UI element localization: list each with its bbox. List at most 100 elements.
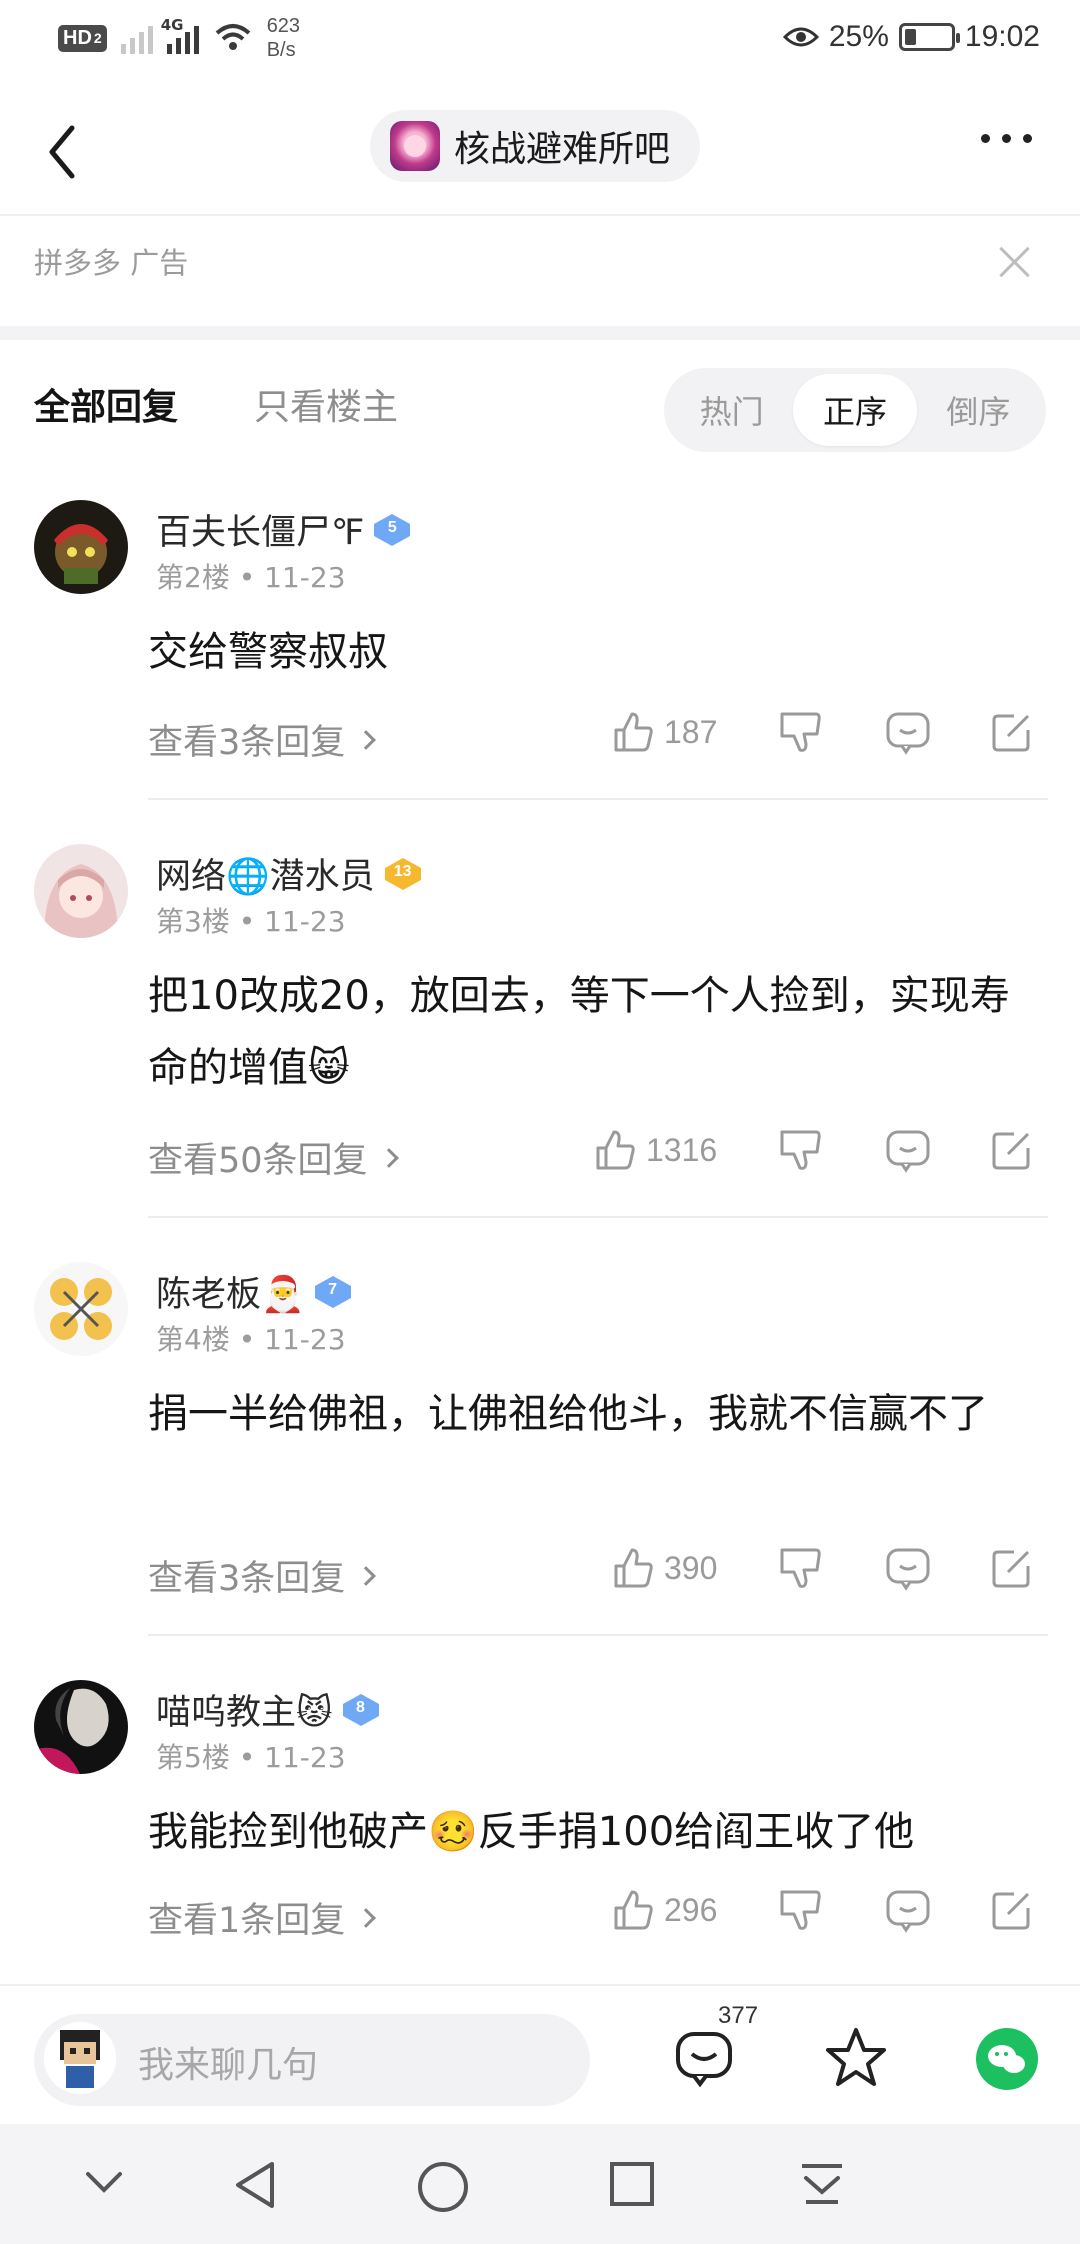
username[interactable]: 陈老板🎅 7 bbox=[156, 1266, 351, 1317]
hd-icon: HD 2 bbox=[58, 24, 107, 52]
chevron-right-icon bbox=[356, 729, 377, 750]
thumbs-down-icon[interactable] bbox=[776, 708, 824, 756]
reply-content: 我能捡到他破产🥴反手捐100给阎王收了他 bbox=[148, 1809, 915, 1855]
top-nav: 核战避难所吧 bbox=[0, 100, 1080, 216]
reply-content: 把10改成20，放回去，等下一个人捡到，实现寿命的增值😸 bbox=[148, 973, 1010, 1091]
reply-actions: 查看3条回复 390 bbox=[148, 1544, 1048, 1604]
username[interactable]: 网络🌐潜水员 13 bbox=[156, 848, 421, 899]
battery-icon bbox=[898, 23, 960, 51]
level-badge: 13 bbox=[384, 857, 421, 890]
thumbs-down-icon[interactable] bbox=[776, 1886, 824, 1934]
share-icon[interactable] bbox=[988, 708, 1036, 756]
home-circle-icon[interactable] bbox=[416, 2160, 470, 2214]
eye-icon bbox=[782, 27, 819, 47]
username[interactable]: 百夫长僵尸℉ 5 bbox=[156, 504, 411, 555]
thumbs-up-icon bbox=[614, 1890, 653, 1930]
level-badge: 7 bbox=[314, 1275, 351, 1308]
share-icon[interactable] bbox=[988, 1886, 1036, 1934]
reply-content: 交给警察叔叔 bbox=[148, 629, 388, 675]
reply-bubble-icon[interactable] bbox=[884, 708, 932, 756]
floor-date: 第2楼 • 11-23 bbox=[156, 561, 346, 594]
like-button[interactable]: 1316 bbox=[592, 1128, 717, 1172]
reply-post: 陈老板🎅 7 第4楼 • 11-23 捐一半给佛祖，让佛祖给他斗，我就不信赢不了… bbox=[0, 1262, 1080, 1632]
thumbs-down-icon[interactable] bbox=[776, 1126, 824, 1174]
comment-icon[interactable] bbox=[672, 2026, 736, 2090]
close-icon[interactable] bbox=[998, 244, 1030, 276]
level-badge: 5 bbox=[374, 513, 411, 546]
reply-post: 网络🌐潜水员 13 第3楼 • 11-23 把10改成20，放回去，等下一个人捡… bbox=[0, 844, 1080, 1214]
battery-percent: 25% bbox=[828, 20, 889, 53]
avatar[interactable] bbox=[34, 500, 128, 594]
view-replies-link[interactable]: 查看1条回复 bbox=[148, 1892, 377, 1943]
section-gap bbox=[0, 326, 1080, 340]
divider bbox=[148, 798, 1048, 800]
my-avatar bbox=[44, 2022, 116, 2094]
avatar[interactable] bbox=[34, 1680, 128, 1774]
reply-post: 喵呜教主😾 8 第5楼 • 11-23 我能捡到他破产🥴反手捐100给阎王收了他… bbox=[0, 1680, 1080, 1980]
floor-date: 第5楼 • 11-23 bbox=[156, 1741, 346, 1774]
tab-op-only[interactable]: 只看楼主 bbox=[254, 378, 398, 430]
comment-input-placeholder: 我来聊几句 bbox=[138, 2045, 319, 2086]
system-nav-bar bbox=[0, 2124, 1080, 2244]
avatar[interactable] bbox=[34, 1262, 128, 1356]
forum-chip[interactable]: 核战避难所吧 bbox=[370, 110, 701, 182]
signal-4g-icon: 4G bbox=[161, 16, 199, 54]
wifi-icon bbox=[215, 24, 251, 50]
chevron-right-icon bbox=[356, 1565, 377, 1586]
back-triangle-icon[interactable] bbox=[230, 2160, 280, 2210]
reply-actions: 查看1条回复 296 bbox=[148, 1886, 1048, 1946]
signal-icon bbox=[120, 22, 153, 54]
bottom-bar: 我来聊几句 377 bbox=[0, 1984, 1080, 2124]
avatar[interactable] bbox=[34, 844, 128, 938]
network-speed: 623 B/s bbox=[266, 15, 301, 61]
tab-all-replies[interactable]: 全部回复 bbox=[34, 378, 178, 430]
collapse-icon[interactable] bbox=[82, 2160, 126, 2204]
status-bar: HD 2 4G 623 B/s 25% 19:02 bbox=[0, 0, 1080, 82]
floor-date: 第4楼 • 11-23 bbox=[156, 1323, 346, 1356]
like-button[interactable]: 390 bbox=[610, 1546, 717, 1590]
thumbs-down-icon[interactable] bbox=[776, 1544, 824, 1592]
like-button[interactable]: 187 bbox=[610, 710, 717, 754]
reply-bubble-icon[interactable] bbox=[884, 1886, 932, 1934]
chevron-right-icon bbox=[356, 1907, 377, 1928]
share-icon[interactable] bbox=[988, 1544, 1036, 1592]
wechat-icon[interactable] bbox=[976, 2028, 1038, 2090]
sort-descending[interactable]: 倒序 bbox=[917, 374, 1040, 446]
sort-ascending[interactable]: 正序 bbox=[793, 374, 917, 446]
thumbs-up-icon bbox=[614, 1548, 653, 1588]
username[interactable]: 喵呜教主😾 8 bbox=[156, 1684, 379, 1735]
divider bbox=[148, 1634, 1048, 1636]
forum-name: 核战避难所吧 bbox=[454, 129, 671, 170]
recents-square-icon[interactable] bbox=[608, 2160, 656, 2208]
sort-hot[interactable]: 热门 bbox=[670, 374, 793, 446]
thumbs-up-icon bbox=[596, 1130, 635, 1170]
divider bbox=[148, 1216, 1048, 1218]
view-replies-link[interactable]: 查看50条回复 bbox=[148, 1132, 399, 1183]
sort-toggle: 热门 正序 倒序 bbox=[664, 368, 1046, 452]
ad-label: 拼多多 广告 bbox=[34, 246, 189, 280]
star-icon[interactable] bbox=[824, 2026, 888, 2090]
back-icon[interactable] bbox=[40, 122, 90, 182]
level-badge: 8 bbox=[342, 1693, 379, 1726]
reply-tabs: 全部回复 只看楼主 热门 正序 倒序 bbox=[0, 360, 1080, 460]
view-replies-link[interactable]: 查看3条回复 bbox=[148, 714, 377, 765]
clock: 19:02 bbox=[964, 20, 1040, 53]
chevron-right-icon bbox=[378, 1147, 399, 1168]
share-icon[interactable] bbox=[988, 1126, 1036, 1174]
forum-avatar bbox=[390, 121, 440, 171]
notification-pull-icon[interactable] bbox=[798, 2160, 846, 2208]
reply-actions: 查看50条回复 1316 bbox=[148, 1126, 1048, 1186]
reply-content: 捐一半给佛祖，让佛祖给他斗，我就不信赢不了 bbox=[148, 1391, 988, 1437]
floor-date: 第3楼 • 11-23 bbox=[156, 905, 346, 938]
ad-banner[interactable]: 拼多多 广告 bbox=[0, 216, 1080, 326]
more-icon[interactable] bbox=[981, 134, 1032, 143]
reply-actions: 查看3条回复 187 bbox=[148, 708, 1048, 768]
like-button[interactable]: 296 bbox=[610, 1888, 717, 1932]
view-replies-link[interactable]: 查看3条回复 bbox=[148, 1550, 377, 1601]
reply-bubble-icon[interactable] bbox=[884, 1544, 932, 1592]
reply-post: 百夫长僵尸℉ 5 第2楼 • 11-23 交给警察叔叔 查看3条回复 187 bbox=[0, 500, 1080, 800]
comment-input[interactable]: 我来聊几句 bbox=[34, 2014, 590, 2106]
comment-count: 377 bbox=[718, 2002, 759, 2029]
thumbs-up-icon bbox=[614, 712, 653, 752]
reply-bubble-icon[interactable] bbox=[884, 1126, 932, 1174]
